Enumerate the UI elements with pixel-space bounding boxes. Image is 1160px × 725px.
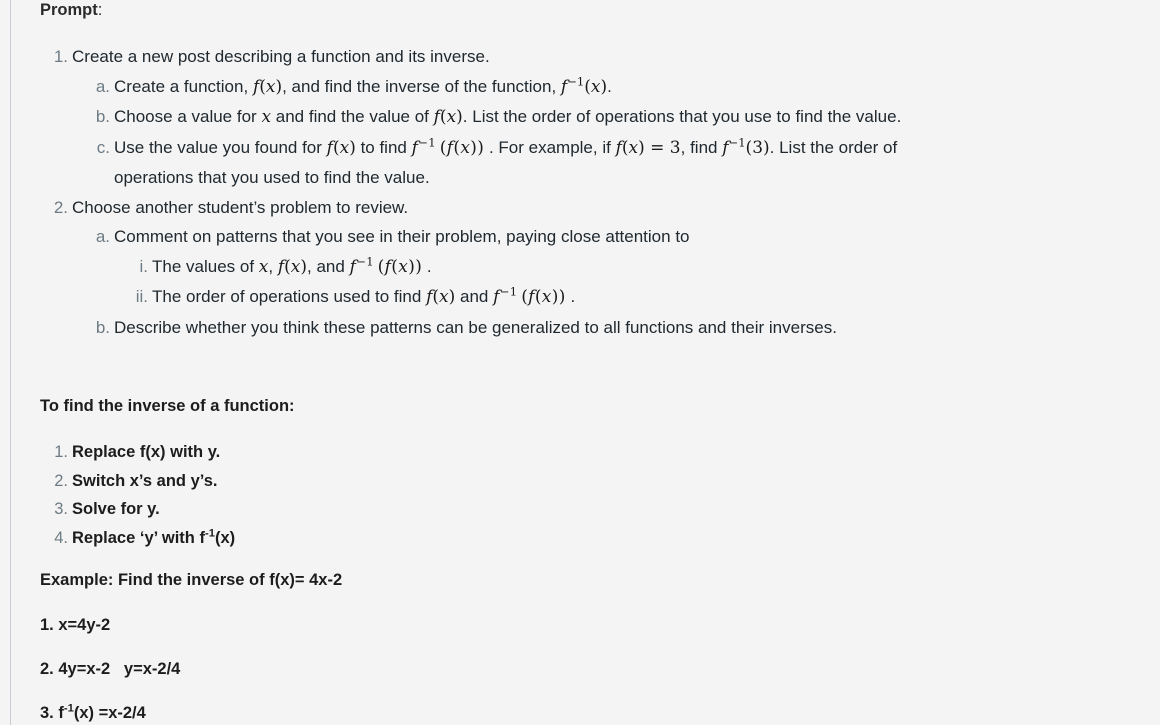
math-fx-equals-3: f(x) = 3 [615, 137, 681, 158]
math-f-inverse-of-fx: f−1 (f(x)) [493, 284, 566, 307]
text-fragment: The order of operations used to find [152, 287, 422, 306]
prompt-sublist-2: a. Comment on patterns that you see in t… [72, 222, 901, 342]
text-fragment: and find the value of [275, 107, 429, 126]
example-step-1: 1. x=4y-2 [40, 616, 111, 634]
inverse-step-text: Replace f(x) with y. [72, 443, 221, 461]
math-fx: f(x) [252, 76, 283, 97]
example-step-2: 2. 4y=x-2 y=x-2/4 [40, 660, 181, 678]
list-marker: a. [95, 227, 110, 246]
inverse-steps-list: 1. Replace f(x) with y. 2. Switch x’s an… [0, 438, 235, 552]
text-fragment: . List the order of operations that you … [462, 107, 902, 126]
inverse-step-1: 1. Replace f(x) with y. [54, 438, 235, 467]
math-x: x [261, 107, 272, 127]
text-fragment: The values of [152, 256, 255, 276]
text-fragment: , [268, 256, 274, 276]
math-f-inverse-x: f−1(x) [560, 73, 608, 97]
text-fragment: , find [680, 137, 718, 157]
prompt-list-item-2a-ii: ii. The order of operations used to find… [136, 282, 901, 313]
inverse-step-text: Switch x’s and y’s. [72, 471, 218, 490]
example-step-3: 3. f-1(x) =x-2/4 [40, 703, 146, 724]
inverse-step-text-after: (x) [214, 528, 236, 547]
prompt-list-item-2b: b. Describe whether you think these patt… [96, 313, 901, 343]
example-heading: Example: Find the inverse of f(x)= 4x-2 [40, 571, 343, 589]
text-fragment: . [607, 76, 612, 96]
prompt-list-item-1a: a. Create a function, f(x), and find the… [96, 72, 901, 103]
list-marker: 1. [54, 443, 68, 461]
list-marker: 2. [54, 471, 68, 490]
inverse-step-text: Replace ‘y’ with f [72, 528, 205, 547]
text-fragment: , and find the inverse of the function, [282, 76, 557, 96]
math-f-inverse-of-fx: f−1 (f(x)) [411, 134, 485, 158]
prompt-list-item-2a: a. Comment on patterns that you see in t… [96, 222, 901, 313]
math-x: x [258, 256, 269, 277]
inverse-exponent: -1 [204, 527, 215, 539]
example-step-3-after: (x) =x-2/4 [73, 704, 146, 722]
example-step-3-before: 3. f [40, 704, 64, 722]
list-marker: 4. [54, 528, 68, 547]
prompt-roman-list: i. The values of x, f(x), and f−1 (f(x))… [114, 252, 901, 313]
inverse-exponent: -1 [63, 702, 74, 715]
inverse-step-3: 3. Solve for y. [54, 495, 235, 524]
text-fragment: operations that you used to find the val… [114, 168, 430, 187]
prompt-list-item-2: 2. Choose another student’s problem to r… [54, 193, 901, 343]
prompt-heading: Prompt: [0, 0, 102, 21]
prompt-item-2-text: Choose another student’s problem to revi… [72, 197, 409, 217]
prompt-heading-label: Prompt [40, 1, 98, 19]
list-marker: 3. [54, 500, 68, 518]
prompt-sublist-1: a. Create a function, f(x), and find the… [72, 72, 901, 193]
text-fragment: Comment on patterns that you see in thei… [114, 227, 690, 246]
text-fragment: Create a function, [114, 76, 249, 96]
list-marker: c. [96, 137, 110, 157]
list-marker: 2. [53, 197, 68, 217]
text-fragment: Use the value you found for [114, 137, 322, 157]
text-fragment: to find [360, 137, 407, 157]
text-fragment: . [570, 287, 576, 306]
math-fx: f(x) [426, 287, 456, 307]
prompt-heading-colon: : [97, 1, 103, 19]
inverse-step-4: 4. Replace ‘y’ with f-1(x) [54, 524, 236, 553]
list-marker: 1. [53, 47, 68, 66]
text-fragment: Describe whether you think these pattern… [114, 317, 837, 337]
prompt-list-item-1b: b. Choose a value for x and find the val… [96, 102, 902, 133]
math-f-inverse-3: f−1(3) [722, 134, 770, 158]
text-fragment: . [426, 256, 432, 276]
inverse-step-2: 2. Switch x’s and y’s. [54, 467, 235, 496]
text-fragment: , and [307, 256, 345, 276]
text-fragment: . For example, if [488, 137, 611, 157]
math-fx: f(x) [433, 107, 463, 127]
list-marker: ii. [135, 287, 148, 306]
inverse-section-heading: To find the inverse of a function: [40, 397, 295, 415]
inverse-step-text: Solve for y. [72, 500, 160, 518]
text-fragment: Choose a value for [114, 107, 257, 126]
prompt-item-1-text: Create a new post describing a function … [72, 47, 490, 66]
math-fx: f(x) [326, 137, 356, 158]
text-fragment: and [459, 287, 489, 306]
list-marker: i. [139, 256, 149, 276]
text-fragment: . List the order of [769, 137, 898, 157]
prompt-list-item-1c: c. Use the value you found for f(x) to f… [97, 133, 901, 193]
prompt-list-item-2a-i: i. The values of x, f(x), and f−1 (f(x))… [140, 252, 901, 283]
prompt-list-item-1: 1. Create a new post describing a functi… [54, 42, 901, 193]
prompt-list: 1. Create a new post describing a functi… [0, 42, 901, 342]
list-marker: b. [95, 317, 110, 337]
list-marker: a. [95, 76, 110, 96]
math-fx: f(x) [277, 256, 308, 277]
math-f-inverse-of-fx: f−1 (f(x)) [349, 253, 423, 277]
list-marker: b. [95, 107, 110, 126]
